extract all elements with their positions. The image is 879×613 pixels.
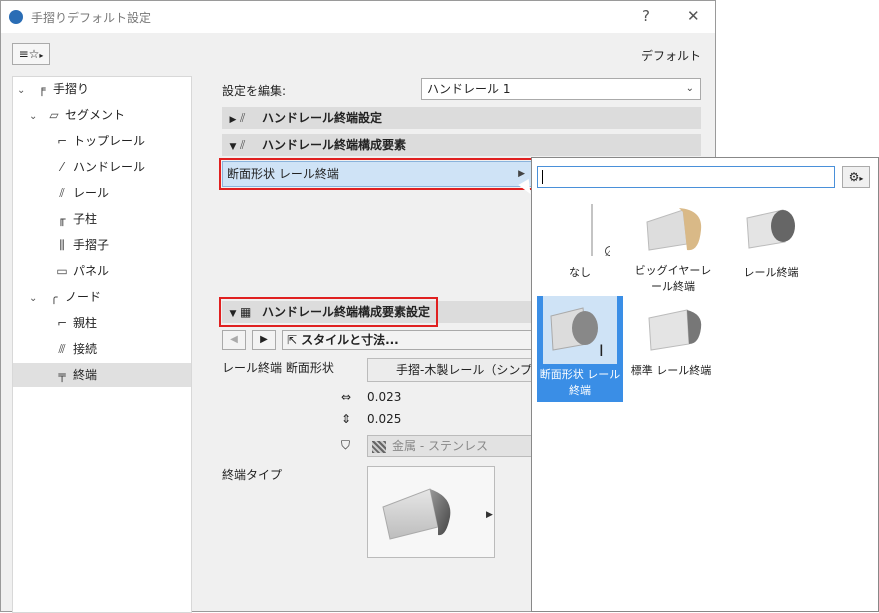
handrail-icon: ⁄ bbox=[60, 160, 63, 174]
chevron-down-icon[interactable]: ⌄ bbox=[17, 79, 31, 103]
triangle-right-icon: ▸ bbox=[859, 174, 864, 183]
style-and-dimensions-button[interactable]: ⇱ スタイルと寸法... bbox=[282, 330, 532, 350]
dimension-icon: ⇱ bbox=[287, 333, 298, 347]
edit-settings-label: 設定を編集: bbox=[222, 84, 287, 98]
svg-text:Ι: Ι bbox=[599, 341, 604, 360]
material-bucket-icon: ⛉ bbox=[341, 438, 351, 452]
highlight-frame bbox=[219, 297, 438, 327]
tree-item-toprail[interactable]: ⌐ トップレール bbox=[51, 129, 191, 153]
standard-rail-end-thumbnail bbox=[643, 302, 703, 360]
tile-label: 標準 レール終端 bbox=[630, 364, 712, 377]
tile-profile-rail-end[interactable]: Ι 断面形状 レール終端 bbox=[537, 296, 623, 402]
tile-label: なし bbox=[569, 266, 591, 279]
profile-rail-end-thumbnail: Ι bbox=[543, 296, 617, 364]
tile-rail-end[interactable]: レール終端 bbox=[728, 200, 814, 280]
handrail-icon: ⫽ bbox=[240, 111, 246, 125]
hatch-icon bbox=[372, 440, 386, 453]
star-icon: ☆ bbox=[28, 47, 40, 61]
end-type-preview[interactable]: ▶ bbox=[367, 466, 495, 558]
tile-label: ビッグイヤーレール終端 bbox=[634, 264, 712, 293]
tile-label: レール終端 bbox=[743, 266, 799, 279]
profile-selector[interactable]: 手摺-木製レール（シンプル） bbox=[367, 358, 532, 382]
tile-none[interactable]: ∅ なし bbox=[537, 200, 623, 280]
close-button[interactable]: ✕ bbox=[687, 7, 700, 25]
triangle-right-icon: ▶ bbox=[229, 115, 237, 125]
settings-tree: ⌄ ╒ 手摺り ⌄ ▱ セグメント ⌐ トップレール ⁄ ハンドレール ⫽ レール ╓ 子柱 ⫼… bbox=[12, 76, 192, 613]
node-icon: ╭ bbox=[50, 290, 58, 304]
tree-item-end[interactable]: ╤ 終端 bbox=[13, 363, 191, 387]
height-value[interactable]: 0.025 bbox=[367, 412, 401, 426]
triangle-right-icon: ▶ bbox=[486, 510, 493, 520]
main-post-icon: ⌐ bbox=[56, 316, 68, 330]
popup-search-input[interactable] bbox=[537, 166, 835, 188]
panel-icon: ▭ bbox=[56, 264, 68, 278]
window-title: 手摺りデフォルト設定 bbox=[31, 11, 152, 25]
rail-end-preview-image: ▶ bbox=[382, 488, 493, 540]
previous-button[interactable]: ◀ bbox=[222, 330, 246, 350]
chevron-down-icon[interactable]: ⌄ bbox=[29, 287, 43, 311]
tree-item-main-post[interactable]: ⌐ 親柱 bbox=[51, 311, 191, 335]
tree-item-baluster[interactable]: ⫼ 手摺子 bbox=[51, 233, 191, 257]
edit-settings-select[interactable]: ハンドレール 1 ⌄ bbox=[421, 78, 701, 100]
rail-end-thumbnail bbox=[741, 200, 801, 258]
segment-icon: ▱ bbox=[49, 108, 59, 122]
tile-label: 断面形状 レール終端 bbox=[539, 368, 621, 397]
baluster-icon: ⫼ bbox=[59, 238, 65, 252]
triangle-right-icon: ▶ bbox=[260, 334, 268, 345]
profile-label: レール終端 断面形状 bbox=[222, 361, 334, 375]
chevron-down-icon[interactable]: ⌄ bbox=[29, 105, 43, 129]
triangle-left-icon: ◀ bbox=[230, 334, 238, 345]
default-label: デフォルト bbox=[640, 49, 701, 63]
tree-item-connection[interactable]: ⫻ 接続 bbox=[51, 337, 191, 361]
highlight-frame bbox=[219, 158, 535, 190]
section-end-settings[interactable]: ▶ ⫽ ハンドレール終端設定 bbox=[222, 107, 701, 129]
tile-standard-rail-end[interactable]: 標準 レール終端 bbox=[630, 302, 716, 378]
tree-item-railing[interactable]: ⌄ ╒ 手摺り bbox=[17, 77, 187, 101]
help-button[interactable]: ? bbox=[642, 7, 650, 25]
tree-item-panel[interactable]: ▭ パネル bbox=[51, 259, 191, 283]
handrail-icon: ⫽ bbox=[240, 138, 246, 152]
bigear-thumbnail bbox=[643, 200, 703, 258]
end-icon: ╤ bbox=[58, 368, 66, 382]
tree-item-rail[interactable]: ⫽ レール bbox=[51, 181, 191, 205]
triangle-right-icon: ▸ bbox=[39, 51, 44, 60]
width-icon: ⇔ bbox=[341, 390, 352, 404]
tree-item-post[interactable]: ╓ 子柱 bbox=[51, 207, 191, 231]
tile-bigear-rail-end[interactable]: ビッグイヤーレール終端 bbox=[630, 200, 716, 294]
material-selector[interactable]: 金属 - ステンレス bbox=[367, 435, 532, 457]
tree-item-segment[interactable]: ⌄ ▱ セグメント bbox=[29, 103, 189, 127]
section-end-components[interactable]: ▼ ⫽ ハンドレール終端構成要素 bbox=[222, 134, 701, 156]
gear-icon: ⚙ bbox=[848, 170, 860, 184]
railing-icon: ≡ bbox=[18, 47, 29, 61]
favorites-button[interactable]: ≡☆▸ bbox=[12, 43, 50, 65]
next-button[interactable]: ▶ bbox=[252, 330, 276, 350]
title-bar: 手摺りデフォルト設定 ? ✕ bbox=[1, 1, 715, 33]
toprail-icon: ⌐ bbox=[56, 134, 68, 148]
none-thumbnail: ∅ bbox=[550, 200, 616, 260]
tree-item-handrail[interactable]: ⁄ ハンドレール bbox=[51, 155, 191, 179]
connection-icon: ⫻ bbox=[58, 342, 66, 356]
end-type-label: 終端タイプ bbox=[222, 468, 283, 482]
height-icon: ⇕ bbox=[341, 412, 352, 426]
archicad-app-icon bbox=[9, 10, 23, 24]
triangle-down-icon: ▼ bbox=[229, 142, 237, 152]
chevron-down-icon: ⌄ bbox=[685, 83, 694, 94]
tree-item-node[interactable]: ⌄ ╭ ノード bbox=[29, 285, 189, 309]
rail-icon: ⫽ bbox=[59, 186, 65, 200]
popup-settings-button[interactable]: ⚙▸ bbox=[842, 166, 870, 188]
post-icon: ╓ bbox=[58, 212, 66, 226]
svg-text:∅: ∅ bbox=[604, 244, 610, 258]
railing-icon: ╒ bbox=[38, 82, 46, 96]
width-value[interactable]: 0.023 bbox=[367, 390, 401, 404]
